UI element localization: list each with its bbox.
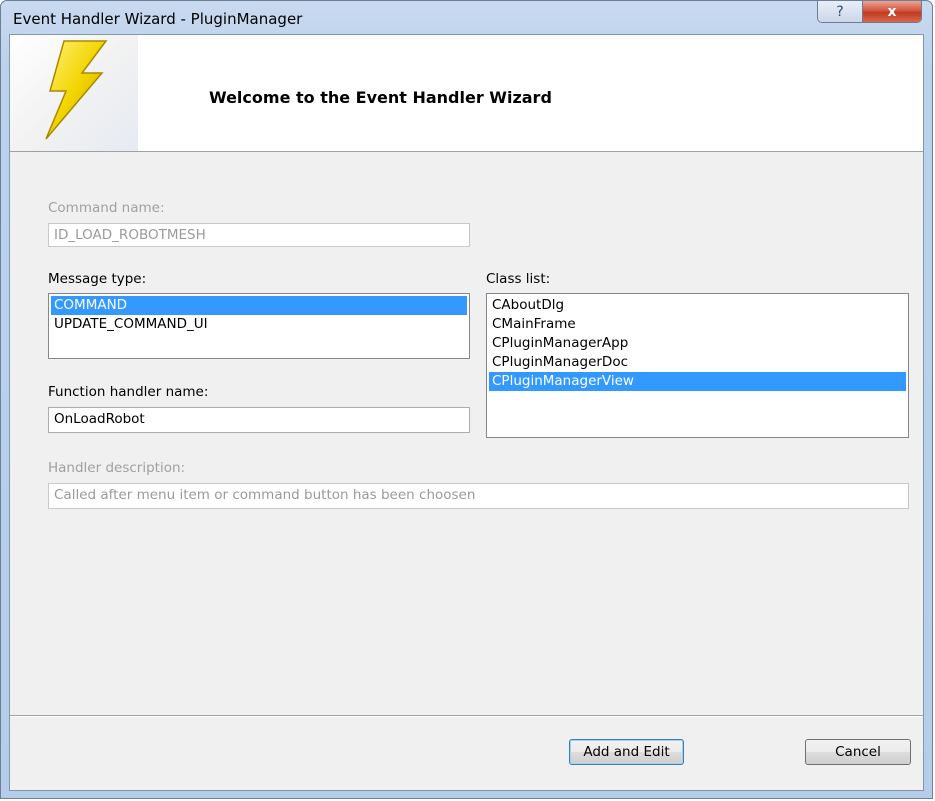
class-list-listbox[interactable]: CAboutDlg CMainFrame CPluginManagerApp C… [486, 293, 909, 438]
close-icon: x [887, 3, 897, 20]
caption-buttons: ? x [817, 1, 922, 23]
help-button[interactable]: ? [818, 1, 863, 22]
message-type-item-command[interactable]: COMMAND [51, 296, 467, 315]
dialog-client-area: Welcome to the Event Handler Wizard Comm… [9, 34, 924, 791]
command-name-label: Command name: [48, 200, 165, 216]
lightning-bolt-icon [10, 35, 138, 151]
class-list-item[interactable]: CAboutDlg [489, 296, 906, 315]
welcome-heading: Welcome to the Event Handler Wizard [209, 88, 552, 107]
class-list-item-selected[interactable]: CPluginManagerView [489, 372, 906, 391]
handler-description-label: Handler description: [48, 460, 186, 476]
class-list-label: Class list: [486, 271, 551, 287]
wizard-banner: Welcome to the Event Handler Wizard [10, 35, 923, 152]
class-list-item[interactable]: CMainFrame [489, 315, 906, 334]
title-bar[interactable]: Event Handler Wizard - PluginManager ? x [1, 1, 932, 35]
message-type-item-update-command-ui[interactable]: UPDATE_COMMAND_UI [51, 315, 467, 334]
command-name-field[interactable]: ID_LOAD_ROBOTMESH [48, 223, 470, 247]
add-and-edit-button[interactable]: Add and Edit [569, 739, 684, 765]
message-type-listbox[interactable]: COMMAND UPDATE_COMMAND_UI [48, 293, 470, 359]
window-title: Event Handler Wizard - PluginManager [13, 10, 303, 28]
footer-separator [10, 715, 923, 717]
question-mark-icon: ? [836, 3, 844, 20]
handler-description-field[interactable]: Called after menu item or command button… [48, 483, 909, 509]
dialog-window: Event Handler Wizard - PluginManager ? x [0, 0, 933, 799]
class-list-item[interactable]: CPluginManagerApp [489, 334, 906, 353]
close-button[interactable]: x [863, 1, 921, 22]
cancel-button[interactable]: Cancel [805, 739, 911, 765]
function-handler-label: Function handler name: [48, 384, 209, 400]
function-handler-input[interactable]: OnLoadRobot [48, 407, 470, 433]
message-type-label: Message type: [48, 271, 147, 287]
class-list-item[interactable]: CPluginManagerDoc [489, 353, 906, 372]
